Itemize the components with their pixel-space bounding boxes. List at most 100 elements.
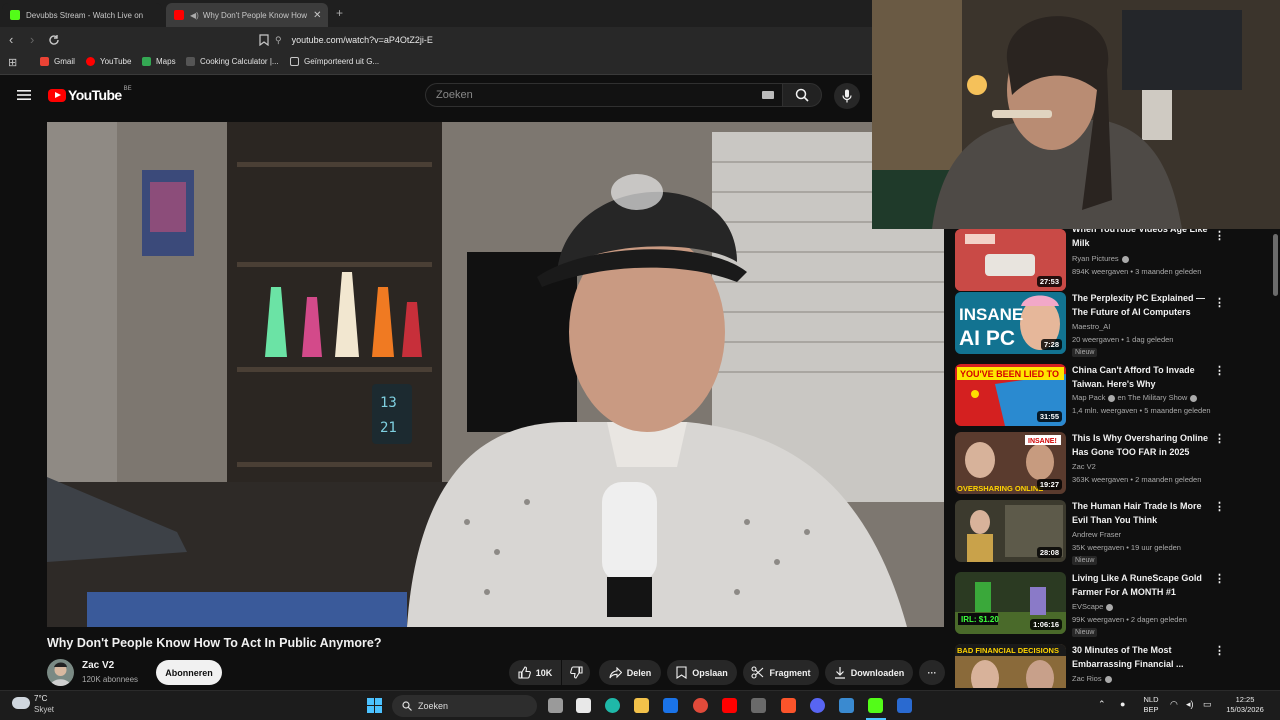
edge-icon[interactable] [605, 698, 620, 713]
weather-temperature[interactable]: 7°C [34, 694, 47, 703]
video-player[interactable]: 13 21 [47, 122, 944, 627]
like-count: 10K [535, 667, 553, 678]
bookmark-maps[interactable]: Maps [142, 57, 176, 66]
bookmark-folder-imported[interactable]: Geïmporteerd uit G... [290, 57, 379, 66]
windows-start-icon[interactable] [367, 698, 382, 713]
hamburger-menu-icon[interactable] [17, 89, 31, 101]
new-tab-button[interactable]: + [336, 6, 343, 20]
volume-icon[interactable]: ◂) [1186, 699, 1194, 709]
forward-icon[interactable]: › [30, 32, 34, 47]
video-title[interactable]: When YouTube Videos Age Like Milk [1072, 229, 1214, 250]
channel-name[interactable]: Andrew Fraser [1072, 530, 1121, 539]
sidebar-scrollbar[interactable] [1271, 229, 1280, 688]
download-button[interactable]: Downloaden [825, 660, 913, 685]
bookmark-cooking-calculator[interactable]: Cooking Calculator |... [186, 57, 279, 66]
thumbnail[interactable]: INSANE! OVERSHARING ONLINE 19:27 [955, 432, 1066, 494]
save-button[interactable]: Opslaan [667, 660, 737, 685]
video-title[interactable]: Living Like A RuneScape Gold Farmer For … [1072, 572, 1214, 599]
file-explorer-icon[interactable] [634, 698, 649, 713]
calculator-icon[interactable] [751, 698, 766, 713]
bookmark-youtube[interactable]: YouTube [86, 57, 131, 66]
more-options-icon[interactable]: ⋮ [1214, 434, 1225, 445]
channel-name[interactable]: Zac Rios [1072, 674, 1112, 683]
more-options-icon[interactable]: ⋮ [1214, 502, 1225, 513]
microphone-tray-icon[interactable]: ● [1120, 699, 1125, 709]
scrollbar-thumb[interactable] [1273, 234, 1278, 296]
share-button[interactable]: Delen [599, 660, 661, 685]
discord-icon[interactable] [810, 698, 825, 713]
wifi-icon[interactable]: ◠ [1170, 699, 1178, 709]
channel-avatar[interactable] [47, 659, 74, 686]
more-options-icon[interactable]: ⋮ [1214, 574, 1225, 585]
weather-description[interactable]: Skyet [34, 705, 54, 714]
thumbnail[interactable]: IRL: $1.20 1:06:16 [955, 572, 1066, 634]
clock[interactable]: 12:25 15/03/2026 [1222, 695, 1268, 715]
youtube-logo[interactable]: YouTube BE [48, 86, 132, 103]
recommendation-item[interactable]: 27:53 When YouTube Videos Age Like Milk … [950, 229, 1270, 295]
close-tab-icon[interactable]: ✕ [307, 10, 321, 21]
more-options-icon[interactable]: ⋮ [1214, 646, 1225, 657]
bookmark-icon[interactable] [259, 34, 269, 46]
video-title[interactable]: The Human Hair Trade Is More Evil Than Y… [1072, 500, 1214, 527]
store-icon[interactable] [576, 698, 591, 713]
channel-name[interactable]: Map Pack en The Military Show [1072, 393, 1198, 402]
chrome-icon[interactable] [693, 698, 708, 713]
recommendation-item[interactable]: BAD FINANCIAL DECISIONS 30 Minutes of Th… [950, 644, 1270, 688]
video-title[interactable]: This Is Why Oversharing Online Has Gone … [1072, 432, 1214, 459]
channel-label: EVScape [1072, 602, 1104, 611]
youtube-app-icon[interactable] [722, 698, 737, 713]
more-options-icon[interactable]: ⋮ [1214, 231, 1225, 242]
channel-name[interactable]: Ryan Pictures [1072, 254, 1129, 263]
tray-overflow-icon[interactable]: ⌃ [1098, 699, 1106, 709]
subscribe-button[interactable]: Abonneren [156, 660, 222, 685]
video-title[interactable]: 30 Minutes of The Most Embarrassing Fina… [1072, 644, 1214, 671]
taskbar-search[interactable]: Zoeken [392, 695, 537, 717]
thumbnail[interactable]: 28:08 [955, 500, 1066, 562]
video-title[interactable]: China Can't Afford To Invade Taiwan. Her… [1072, 364, 1214, 391]
thumbnail[interactable]: BAD FINANCIAL DECISIONS [955, 644, 1066, 688]
language-indicator[interactable]: NLD BEP [1140, 695, 1162, 715]
steam-icon[interactable] [897, 698, 912, 713]
more-options-icon[interactable]: ⋮ [1214, 298, 1225, 309]
clip-button[interactable]: Fragment [743, 660, 819, 685]
recommendation-item[interactable]: YOU'VE BEEN LIED TO 31:55 China Can't Af… [950, 364, 1270, 430]
voice-search-button[interactable] [834, 83, 860, 109]
video-title[interactable]: The Perplexity PC Explained — The Future… [1072, 292, 1214, 319]
recommendation-item[interactable]: INSANE AI PC 7:28 The Perplexity PC Expl… [950, 292, 1270, 360]
thumbnail[interactable]: YOU'VE BEEN LIED TO 31:55 [955, 364, 1066, 426]
thumbnail[interactable]: INSANE AI PC 7:28 [955, 292, 1066, 354]
battery-icon[interactable]: ▭ [1203, 699, 1212, 709]
dislike-button[interactable] [562, 660, 590, 685]
kick-app-icon[interactable] [868, 698, 883, 713]
recommendation-item[interactable]: IRL: $1.20 1:06:16 Living Like A RuneSca… [950, 572, 1270, 640]
reload-icon[interactable] [48, 34, 60, 46]
channel-name[interactable]: Zac V2 [82, 660, 114, 671]
recommendation-item[interactable]: 28:08 The Human Hair Trade Is More Evil … [950, 500, 1270, 568]
bookmark-gmail[interactable]: Gmail [40, 57, 75, 66]
cloud-weather-icon[interactable] [12, 697, 30, 709]
like-button[interactable]: 10K [509, 660, 561, 685]
channel-name[interactable]: Zac V2 [1072, 462, 1096, 471]
search-input[interactable]: Zoeken [425, 83, 782, 107]
site-info-icon[interactable]: ⚲ [275, 35, 282, 46]
thumbnail[interactable]: 27:53 [955, 229, 1066, 291]
more-options-icon[interactable]: ⋮ [1214, 366, 1225, 377]
apps-grid-icon[interactable]: ⊞ [8, 56, 17, 69]
keyboard-icon[interactable] [762, 91, 774, 99]
tab-devubbs-stream[interactable]: Devubbs Stream - Watch Live on [2, 3, 162, 27]
new-badge: Nieuw [1072, 348, 1098, 357]
outlook-icon[interactable] [663, 698, 678, 713]
more-actions-button[interactable]: ··· [919, 660, 945, 685]
channel-name[interactable]: EVScape [1072, 602, 1114, 611]
recommendation-item[interactable]: INSANE! OVERSHARING ONLINE 19:27 This Is… [950, 432, 1270, 498]
thumbnail-image: BAD FINANCIAL DECISIONS [955, 644, 1066, 688]
tab-current-video[interactable]: ◀) Why Don't People Know How ✕ [166, 3, 328, 27]
task-view-icon[interactable] [548, 698, 563, 713]
back-icon[interactable]: ‹ [9, 32, 13, 47]
channel-name[interactable]: Maestro_AI [1072, 322, 1110, 331]
scissors-icon [751, 666, 764, 679]
url-bar[interactable]: ⚲ youtube.com/watch?v=aP4OtZ2ji-E [275, 30, 865, 50]
app-icon[interactable] [839, 698, 854, 713]
search-button[interactable] [782, 83, 822, 107]
brave-icon[interactable] [781, 698, 796, 713]
